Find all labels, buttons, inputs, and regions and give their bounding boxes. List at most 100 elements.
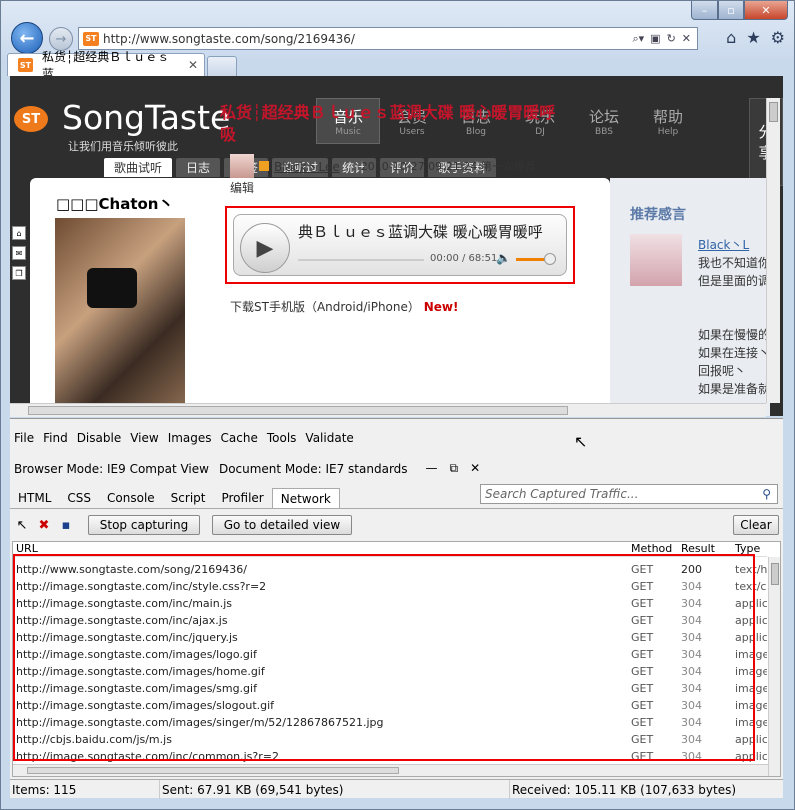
detailed-view-button[interactable]: Go to detailed view: [212, 515, 352, 535]
compat-view-icon[interactable]: ▣: [650, 32, 660, 46]
browser-mode[interactable]: Browser Mode: IE9 Compat View: [14, 462, 209, 476]
search-dropdown-icon[interactable]: ⌕▾: [632, 32, 644, 46]
traffic-highlight: [13, 554, 755, 761]
subtab-listen[interactable]: 歌曲试听: [104, 158, 173, 177]
poster-avatar[interactable]: [230, 154, 254, 178]
traffic-search-input[interactable]: Search Captured Traffic... ⚲: [480, 484, 778, 504]
post-meta: Black丶Lee 2010-10-27 09:21:24 第一次推荐: [230, 154, 536, 178]
table-vertical-scrollbar[interactable]: [768, 557, 780, 776]
audio-player-highlight: ▶ 典Ｂｌｕｅｓ蓝调大碟 暖心暖胃暖呼 00:00 / 68:51 🔈: [225, 206, 575, 284]
search-placeholder: Search Captured Traffic...: [485, 487, 639, 501]
mouse-cursor-icon: ↖: [574, 432, 588, 451]
site-logo[interactable]: ST: [14, 106, 48, 132]
maximize-button[interactable]: ▫: [718, 1, 744, 20]
address-url[interactable]: http://www.songtaste.com/song/2169436/: [103, 32, 632, 46]
page-vertical-scrollbar[interactable]: [766, 98, 780, 403]
play-button[interactable]: ▶: [240, 223, 290, 273]
download-mobile[interactable]: 下载ST手机版（Android/iPhone） New!: [230, 298, 458, 315]
save-icon[interactable]: ▪: [58, 517, 74, 533]
copy-icon[interactable]: ❐: [12, 266, 26, 280]
subtab-blog[interactable]: 日志: [176, 158, 221, 177]
favorites-star-icon[interactable]: ★: [746, 28, 760, 47]
devtools-menu: File Find Disable View Images Cache Tool…: [14, 431, 354, 445]
site-name: SongTaste: [62, 98, 231, 137]
side-heading: 推荐感言: [630, 207, 686, 223]
new-tab-button[interactable]: [207, 56, 237, 76]
scroll-thumb[interactable]: [771, 563, 779, 585]
side-user-link[interactable]: Black丶L: [698, 238, 749, 252]
clear-entries-icon[interactable]: ✖: [36, 517, 52, 533]
tab-script[interactable]: Script: [163, 488, 214, 508]
close-tab-icon[interactable]: ✕: [188, 58, 198, 72]
stop-icon[interactable]: ✕: [682, 32, 691, 46]
download-text: 下载ST手机版（Android/iPhone）: [230, 300, 420, 314]
menu-images[interactable]: Images: [168, 431, 212, 445]
status-items: Items: 115: [10, 780, 160, 799]
back-arrow-icon: ←: [19, 27, 35, 49]
mode-bar: Browser Mode: IE9 Compat View Document M…: [14, 461, 480, 476]
close-window-button[interactable]: ✕: [744, 1, 788, 20]
mail-icon[interactable]: ✉: [12, 246, 26, 260]
menu-find[interactable]: Find: [43, 431, 68, 445]
home-icon[interactable]: ⌂: [726, 28, 736, 47]
side-avatar[interactable]: [630, 234, 682, 286]
select-cursor-icon[interactable]: ↖: [14, 517, 30, 533]
menu-disable[interactable]: Disable: [77, 431, 122, 445]
tab-profiler[interactable]: Profiler: [213, 488, 271, 508]
status-sent: Sent: 67.91 KB (69,541 bytes): [160, 780, 510, 799]
home-mini-icon[interactable]: ⌂: [12, 226, 26, 240]
window-controls: – ▫ ✕: [691, 1, 788, 20]
refresh-icon[interactable]: ↻: [667, 32, 676, 46]
scroll-thumb[interactable]: [27, 767, 399, 774]
status-bar: Items: 115 Sent: 67.91 KB (69,541 bytes)…: [10, 779, 783, 799]
site-favicon: ST: [83, 31, 99, 46]
menu-file[interactable]: File: [14, 431, 34, 445]
camera-figure: [87, 268, 137, 308]
undock-icon[interactable]: ⧉: [450, 461, 459, 476]
scroll-thumb[interactable]: [28, 406, 568, 415]
song-title: 私货┆超经典Ｂｌｕｅｓ蓝调大碟 暖心暖胃暖呼吸: [220, 103, 556, 144]
tab-console[interactable]: Console: [99, 488, 163, 508]
edit-link[interactable]: 编辑: [230, 179, 254, 196]
clear-button[interactable]: Clear: [733, 515, 779, 535]
volume-knob[interactable]: [544, 253, 556, 265]
menu-tools[interactable]: Tools: [267, 431, 297, 445]
menu-cache[interactable]: Cache: [221, 431, 258, 445]
poster-link[interactable]: Black丶Lee: [274, 158, 340, 175]
tab-html[interactable]: HTML: [10, 488, 59, 508]
browser-tab[interactable]: ST 私货┆超经典Ｂｌｕｅｓ蓝... ✕: [7, 50, 205, 81]
tab-network[interactable]: Network: [271, 488, 340, 508]
player-time: 00:00 / 68:51: [430, 253, 498, 264]
nav-help[interactable]: 帮助 Help: [636, 98, 700, 144]
tab-css[interactable]: CSS: [59, 488, 99, 508]
address-tools: ⌕▾ ▣ ↻ ✕: [632, 32, 697, 46]
address-bar[interactable]: ST http://www.songtaste.com/song/2169436…: [78, 27, 698, 50]
page-horizontal-scrollbar[interactable]: [10, 403, 766, 417]
stop-capturing-button[interactable]: Stop capturing: [88, 515, 200, 535]
menu-validate[interactable]: Validate: [305, 431, 353, 445]
document-mode[interactable]: Document Mode: IE7 standards: [219, 462, 408, 476]
minimize-devtools-icon[interactable]: —: [426, 461, 438, 476]
volume-icon[interactable]: 🔈: [496, 251, 511, 265]
uploader-name[interactable]: □□□Chaton丶: [56, 193, 173, 214]
web-content: ST SongTaste 让我们用音乐倾听彼此 音乐 Music 会员 Users …: [10, 76, 783, 416]
network-actions: ↖ ✖ ▪ Stop capturing Go to detailed view…: [14, 515, 779, 535]
player-title: 典Ｂｌｕｅｓ蓝调大碟 暖心暖胃暖呼: [298, 223, 543, 241]
back-button[interactable]: ←: [11, 22, 43, 54]
progress-bar[interactable]: [298, 259, 424, 261]
site-slogan: 让我们用音乐倾听彼此: [68, 140, 178, 153]
post-date: 2010-10-27 09:21:24 第一次推荐: [360, 160, 537, 173]
gear-icon[interactable]: ⚙: [771, 28, 785, 47]
menu-view[interactable]: View: [130, 431, 158, 445]
uploader-photo[interactable]: [55, 218, 185, 408]
scroll-thumb[interactable]: [769, 102, 778, 122]
developer-tools: File Find Disable View Images Cache Tool…: [10, 418, 783, 799]
minimize-button[interactable]: –: [691, 1, 718, 20]
nav-bbs[interactable]: 论坛 BBS: [572, 98, 636, 144]
close-devtools-icon[interactable]: ✕: [470, 461, 480, 476]
search-icon[interactable]: ⚲: [762, 487, 771, 501]
forward-arrow-icon: →: [55, 31, 67, 47]
table-horizontal-scrollbar[interactable]: [13, 764, 768, 776]
play-icon: ▶: [256, 235, 274, 261]
status-received: Received: 105.11 KB (107,633 bytes): [512, 782, 737, 797]
